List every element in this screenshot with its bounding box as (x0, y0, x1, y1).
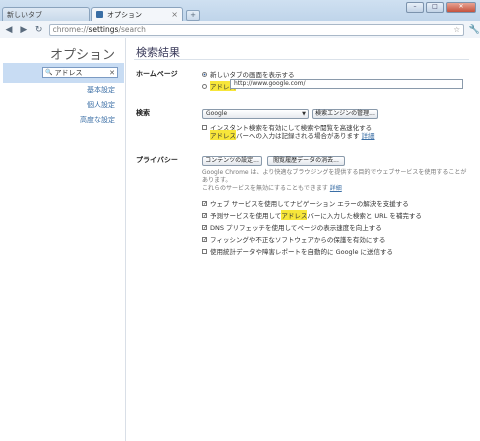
radio-unselected[interactable] (202, 83, 207, 89)
privacy-option[interactable]: 使用統計データや障害レポートを自動的に Google に送信する (202, 246, 393, 256)
browser-window: 新しいタブ オプション × + – □ ✕ ◀ ▶ ↻ chrome://set… (0, 0, 480, 441)
tab-label: 新しいタブ (7, 10, 42, 19)
search-value: アドレス (54, 68, 83, 77)
sidebar-item-basics[interactable]: 基本設定 (87, 85, 115, 95)
url-path: /search (118, 25, 146, 34)
sidebar-item-personal[interactable]: 個人設定 (87, 100, 115, 110)
minimize-icon[interactable]: – (406, 2, 424, 13)
privacy-details-link[interactable]: 詳細 (330, 185, 342, 192)
option-label: 予測サービスを使用して (210, 212, 282, 220)
checkbox-unchecked[interactable] (202, 124, 207, 130)
checkbox-checked[interactable]: ✓ (202, 224, 207, 230)
homepage-section-label: ホームページ (136, 70, 178, 78)
checkbox-checked[interactable]: ✓ (202, 200, 207, 206)
bookmark-star-icon[interactable]: ☆ (453, 25, 460, 34)
clear-browsing-data-button[interactable]: 閲覧履歴データの消去... (267, 156, 345, 166)
option-label: 新しいタブの画面を表示する (210, 71, 295, 79)
url-scheme: chrome:// (52, 25, 89, 34)
clear-search-icon[interactable]: ✕ (109, 69, 115, 77)
note-line: Google Chrome は、より快適なブラウジングを提供する目的でウェブサー… (202, 169, 467, 184)
tab-new-tab[interactable]: 新しいタブ (2, 7, 90, 21)
page-content: オプション 🔍 アドレス ✕ 基本設定 個人設定 高度な設定 検索結果 ホームペ… (0, 38, 480, 441)
search-engine-select[interactable]: Google ▼ (202, 109, 309, 119)
checkbox-checked[interactable]: ✓ (202, 236, 207, 242)
note-line: これらのサービスを無効にすることもできます 詳細 (202, 185, 470, 193)
search-section-label: 検索 (136, 109, 150, 117)
content-settings-button[interactable]: コンテンツの設定... (202, 156, 262, 166)
main-panel: 検索結果 ホームページ 新しいタブの画面を表示する アドレス http://ww… (126, 38, 480, 441)
homepage-newtab-option[interactable]: 新しいタブの画面を表示する (202, 69, 295, 79)
manage-search-engines-button[interactable]: 検索エンジンの管理... (312, 109, 378, 119)
wrench-menu-icon[interactable]: 🔧 (468, 24, 480, 36)
privacy-option[interactable]: ✓ DNS プリフェッチを使用してページの表示速度を向上する (202, 222, 382, 232)
sidebar-item-advanced[interactable]: 高度な設定 (80, 115, 115, 125)
homepage-url-field[interactable]: http://www.google.com/ (230, 79, 463, 89)
forward-arrow-icon[interactable]: ▶ (18, 24, 30, 36)
sidebar-title: オプション (49, 48, 115, 63)
option-label: DNS プリフェッチを使用してページの表示速度を向上する (210, 224, 382, 232)
sidebar-search-row: 🔍 アドレス ✕ (3, 63, 124, 83)
wrench-favicon-icon (96, 11, 103, 18)
reload-icon[interactable]: ↻ (33, 24, 45, 36)
option-label: 使用統計データや障害レポートを自動的に Google に送信する (210, 248, 394, 256)
url-host: settings (88, 25, 119, 34)
close-tab-icon[interactable]: × (171, 10, 178, 19)
maximize-icon[interactable]: □ (426, 2, 444, 13)
checkbox-checked[interactable]: ✓ (202, 212, 207, 218)
option-label: フィッシングや不正なソフトウェアからの保護を有効にする (210, 236, 386, 244)
new-tab-button[interactable]: + (186, 10, 200, 21)
search-icon: 🔍 (45, 69, 53, 76)
browser-toolbar: ◀ ▶ ↻ chrome://settings/search ☆ 🔧 (0, 21, 480, 39)
note-text: これらのサービスを無効にすることもできます (202, 185, 328, 192)
title-divider (134, 59, 469, 60)
window-controls: – □ ✕ (406, 2, 476, 13)
privacy-section-label: プライバシー (136, 156, 178, 164)
privacy-option[interactable]: ✓ ウェブ サービスを使用してナビゲーション エラーの解決を支援する (202, 198, 409, 208)
address-bar[interactable]: chrome://settings/search ☆ (48, 23, 465, 36)
highlight-text: アドレス (281, 210, 308, 220)
privacy-option[interactable]: ✓ フィッシングや不正なソフトウェアからの保護を有効にする (202, 234, 385, 244)
tab-options[interactable]: オプション × (91, 7, 183, 21)
dropdown-arrow-icon: ▼ (302, 111, 306, 117)
option-label: バーに入力した検索と URL を補完する (307, 212, 422, 220)
radio-selected[interactable] (202, 71, 207, 77)
select-value: Google (206, 110, 228, 117)
checkbox-unchecked[interactable] (202, 248, 207, 254)
instant-details-link[interactable]: 詳細 (362, 130, 375, 140)
back-arrow-icon[interactable]: ◀ (3, 24, 15, 36)
instant-search-note: アドレス バーへの入力は記録される場合があります 詳細 (210, 130, 375, 140)
privacy-option[interactable]: ✓ 予測サービスを使用して アドレス バーに入力した検索と URL を補完する (202, 210, 422, 220)
sidebar: オプション 🔍 アドレス ✕ 基本設定 個人設定 高度な設定 (0, 38, 126, 441)
highlight-text: アドレス (210, 130, 236, 140)
settings-search-input[interactable]: 🔍 アドレス ✕ (42, 67, 118, 78)
page-title: 検索結果 (136, 46, 180, 59)
note-text: バーへの入力は記録される場合があります (236, 132, 360, 140)
option-label: ウェブ サービスを使用してナビゲーション エラーの解決を支援する (210, 200, 409, 208)
close-window-icon[interactable]: ✕ (446, 2, 476, 13)
privacy-note: Google Chrome は、より快適なブラウジングを提供する目的でウェブサー… (202, 169, 470, 193)
tab-label: オプション (107, 10, 142, 19)
